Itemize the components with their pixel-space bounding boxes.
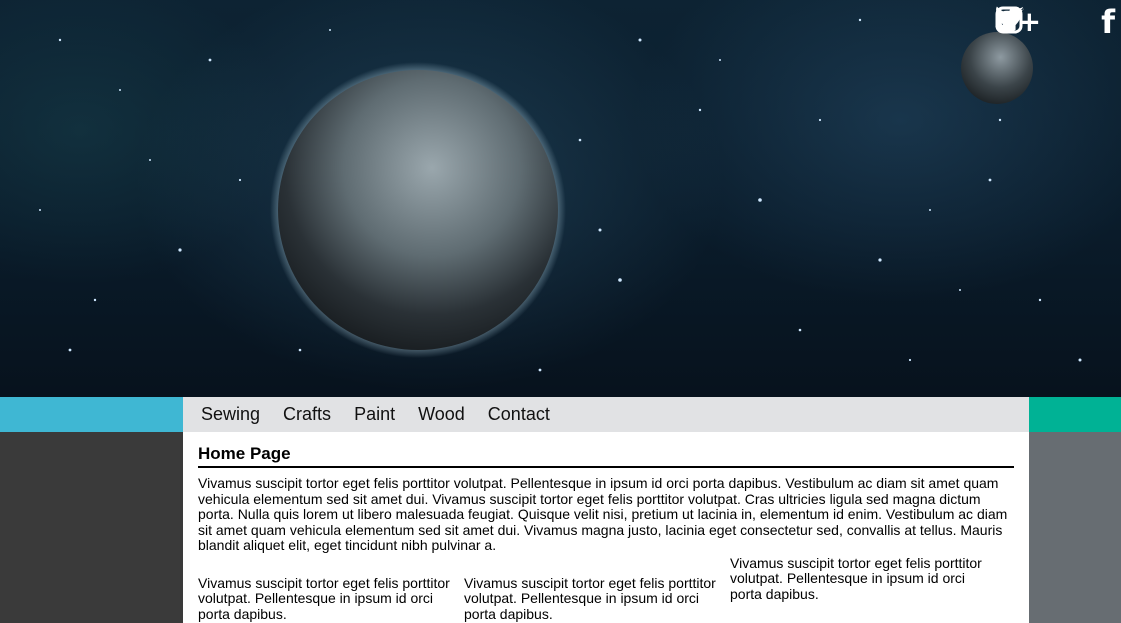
page-title: Home Page <box>198 444 1014 468</box>
accent-bar-left <box>0 397 183 432</box>
planet-large <box>278 70 558 350</box>
planet-small <box>961 32 1033 104</box>
space-illustration <box>39 18 1082 372</box>
nav-item-sewing[interactable]: Sewing <box>201 404 260 425</box>
column-text-2: Vivamus suscipit tortor eget felis portt… <box>464 574 716 622</box>
sidebar-left <box>0 432 183 623</box>
column-text-3: Vivamus suscipit tortor eget felis portt… <box>730 554 982 602</box>
hero-banner: G+ f <box>0 0 1121 397</box>
accent-bar-right <box>1029 397 1121 432</box>
sidebar-right <box>1029 432 1121 623</box>
nav-item-wood[interactable]: Wood <box>418 404 465 425</box>
column-text-1: Vivamus suscipit tortor eget felis portt… <box>198 574 450 622</box>
social-links: G+ f <box>994 6 1115 38</box>
main-content: Home Page Vivamus suscipit tortor eget f… <box>183 432 1029 623</box>
nav-item-contact[interactable]: Contact <box>488 404 550 425</box>
content-columns: Vivamus suscipit tortor eget felis portt… <box>198 554 1014 623</box>
nav-item-crafts[interactable]: Crafts <box>283 404 331 425</box>
nav-item-paint[interactable]: Paint <box>354 404 395 425</box>
facebook-icon[interactable]: f <box>1101 6 1115 38</box>
main-nav: Sewing Crafts Paint Wood Contact <box>183 397 1029 432</box>
intro-paragraph: Vivamus suscipit tortor eget felis portt… <box>198 475 1008 553</box>
